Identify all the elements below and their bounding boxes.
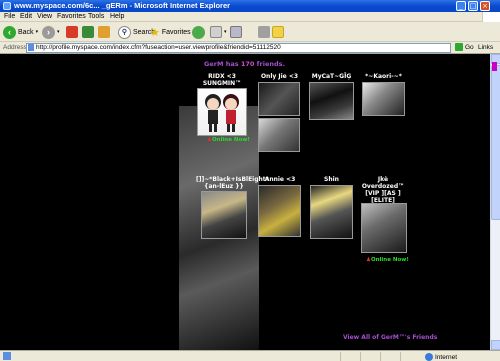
friend-name[interactable]: RIDX <3 SUNGMIN™ — [196, 73, 248, 87]
vertical-scrollbar[interactable] — [490, 54, 500, 350]
friend-name[interactable]: Only Jie <3 — [257, 73, 302, 80]
online-label: Online Now! — [211, 137, 250, 143]
go-arrow-icon — [455, 43, 463, 51]
back-label: Back — [18, 28, 34, 36]
globe-icon — [425, 353, 433, 361]
friend-name[interactable]: []]~*Black+IsBlEight* {an-lEuz }} — [196, 176, 269, 190]
favorites-button[interactable]: ★ Favorites — [150, 25, 191, 39]
zone-label: Internet — [435, 353, 458, 361]
address-bar: Address http://profile.myspace.com/index… — [0, 42, 500, 54]
friends-header-text: has — [225, 60, 241, 68]
scroll-down-button[interactable] — [491, 340, 500, 350]
friend-photo[interactable] — [309, 82, 354, 120]
online-label: Online Now! — [370, 257, 409, 263]
windows-logo-icon — [482, 12, 500, 22]
mail-button[interactable]: ▾ — [210, 25, 227, 39]
forward-arrow-icon: › — [42, 25, 55, 39]
menu-tools[interactable]: Tools — [88, 13, 104, 20]
friends-header-name[interactable]: GerM — [204, 60, 223, 68]
address-label: Address — [3, 44, 27, 51]
scroll-thumb[interactable] — [491, 65, 500, 220]
menu-bar: File Edit View Favorites Tools Help — [0, 12, 500, 22]
refresh-button[interactable] — [82, 25, 94, 39]
forward-button[interactable]: › ▾ — [42, 25, 60, 39]
online-badge: ♟Online Now! — [366, 257, 409, 263]
favorites-label: Favorites — [161, 28, 191, 36]
back-arrow-icon: ‹ — [3, 25, 16, 39]
page-content: GerM has 170 friends. RIDX <3 SUNGMIN™ ♟… — [0, 54, 490, 350]
friend-photo-2[interactable] — [258, 118, 300, 152]
status-bar: Internet — [0, 350, 500, 361]
friend-photo[interactable] — [362, 82, 405, 116]
history-icon — [192, 25, 205, 39]
go-label: Go — [465, 43, 474, 51]
back-button[interactable]: ‹ Back ▾ — [3, 25, 38, 39]
go-button[interactable]: Go — [455, 43, 474, 51]
minimize-button[interactable]: _ — [456, 1, 466, 11]
stop-button[interactable] — [66, 25, 78, 39]
friends-count: 170 — [240, 60, 255, 68]
links-button[interactable]: Links — [478, 44, 493, 51]
search-icon: ⚲ — [118, 25, 131, 39]
address-input[interactable]: http://profile.myspace.com/index.cfm?fus… — [26, 43, 451, 53]
chevron-down-icon: ▾ — [224, 29, 227, 35]
menu-favorites[interactable]: Favorites — [57, 13, 86, 20]
menu-help[interactable]: Help — [110, 13, 124, 20]
friend-name[interactable]: Shin — [309, 176, 354, 183]
home-icon — [98, 26, 110, 38]
home-button[interactable] — [98, 25, 110, 39]
window-title: www.myspace.com/6c... _gERm - Microsoft … — [14, 1, 231, 10]
print-icon — [230, 26, 242, 38]
friend-name[interactable]: Annie <3 — [257, 176, 303, 183]
menu-edit[interactable]: Edit — [20, 13, 32, 20]
mail-icon — [210, 26, 222, 38]
print-button[interactable] — [230, 25, 242, 39]
status-cell — [400, 352, 420, 361]
zone-indicator: Internet — [425, 353, 457, 361]
status-cell — [340, 352, 360, 361]
page-marker — [492, 62, 497, 71]
friend-photo[interactable] — [310, 185, 353, 239]
chevron-down-icon: ▾ — [35, 29, 39, 35]
status-cell — [360, 352, 380, 361]
stop-icon — [66, 26, 78, 38]
friend-photo[interactable] — [258, 82, 300, 116]
page-icon — [28, 44, 34, 51]
friend-photo[interactable] — [361, 203, 407, 253]
view-all-friends-link[interactable]: View All of GerM™'s Friends — [343, 334, 437, 341]
friend-name[interactable]: *~Kaori-~* — [361, 73, 406, 80]
title-bar: www.myspace.com/6c... _gERm - Microsoft … — [0, 0, 500, 12]
online-badge: ♟Online Now! — [207, 137, 250, 143]
menu-view[interactable]: View — [37, 13, 52, 20]
friends-header-tail: friends. — [254, 60, 285, 68]
cartoon-couple-icon — [205, 94, 239, 132]
status-cell — [380, 352, 400, 361]
close-button[interactable]: × — [480, 1, 490, 11]
toolbar: ‹ Back ▾ › ▾ ⚲ Search ★ Favorites ▾ ▾ — [0, 22, 500, 42]
friend-photo[interactable] — [201, 191, 247, 239]
refresh-icon — [82, 26, 94, 38]
star-icon: ★ — [150, 26, 160, 39]
maximize-button[interactable]: □ — [468, 1, 478, 11]
messenger-icon — [272, 26, 284, 38]
friend-photo[interactable] — [197, 88, 247, 136]
friends-header: GerM has 170 friends. — [204, 60, 285, 68]
page-done-icon — [3, 352, 11, 360]
edit-icon — [258, 26, 270, 38]
chevron-down-icon: ▾ — [57, 29, 60, 35]
menu-file[interactable]: File — [4, 13, 15, 20]
history-button[interactable] — [192, 25, 205, 39]
messenger-button[interactable] — [272, 25, 284, 39]
friend-name[interactable]: MyCaT~ǤĪĢ — [309, 73, 354, 80]
ie-icon — [3, 2, 11, 10]
friend-photo[interactable] — [258, 185, 301, 237]
